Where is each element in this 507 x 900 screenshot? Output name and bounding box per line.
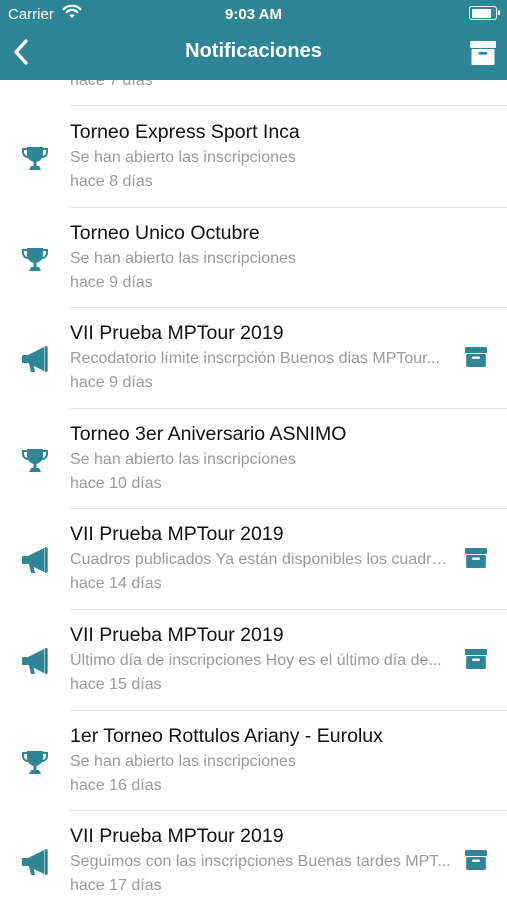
notification-subtitle: Se han abierto las inscripciones — [70, 149, 296, 166]
notification-list[interactable]: hace 7 días Torneo Express Sport Inca Se … — [0, 80, 507, 900]
notification-subtitle: Último día de inscripciones Hoy es el úl… — [70, 652, 442, 669]
notification-title: VII Prueba MPTour 2019 — [70, 624, 284, 646]
notification-time: hace 14 días — [70, 575, 162, 593]
notification-row[interactable]: VII Prueba MPTour 2019 Seguimos con las i… — [0, 810, 507, 900]
trophy-icon — [20, 445, 50, 475]
notification-subtitle: Se han abierto las inscripciones — [70, 249, 296, 267]
notification-subtitle: Se han abierto las inscripciones — [70, 752, 296, 770]
notification-title: Torneo Express Sport Inca — [70, 121, 300, 143]
status-time: 9:03 AM — [225, 6, 282, 23]
notification-time: hace 9 días — [70, 374, 153, 392]
notification-subtitle: Se han abierto las inscripciones — [70, 450, 296, 468]
notification-time: hace 15 días — [70, 676, 162, 693]
notification-title: 1er Torneo Rottulos Ariany - Eurolux — [70, 724, 383, 747]
status-bar: Carrier 9:03 AM — [0, 0, 507, 28]
notification-title: VII Prueba MPTour 2019 — [70, 523, 284, 546]
notification-title: VII Prueba MPTour 2019 — [70, 825, 284, 848]
trophy-icon — [20, 747, 50, 777]
notification-title: Torneo Unico Octubre — [70, 221, 260, 244]
partial-row-time: hace 7 días — [70, 80, 153, 89]
notification-time: hace 8 días — [70, 173, 153, 190]
notification-row[interactable]: VII Prueba MPTour 2019 Recodatorio límite… — [0, 307, 507, 408]
page-title: Notificaciones — [185, 40, 322, 62]
archive-icon[interactable] — [465, 649, 487, 669]
notification-row[interactable]: VII Prueba MPTour 2019 Cuadros publicados… — [0, 508, 507, 609]
notification-row[interactable]: Torneo Unico Octubre Se han abierto las i… — [0, 207, 507, 308]
archive-icon[interactable] — [465, 347, 487, 368]
megaphone-icon — [20, 344, 50, 374]
notification-subtitle: Seguimos con las inscripciones Buenas ta… — [70, 853, 451, 871]
trophy-icon — [20, 143, 50, 173]
notification-subtitle: Recodatorio límite inscrpción Buenos dia… — [70, 350, 440, 368]
notification-time: hace 16 días — [70, 776, 162, 794]
battery-icon — [469, 6, 500, 20]
megaphone-icon — [20, 847, 50, 877]
megaphone-icon — [20, 646, 50, 676]
trophy-icon — [20, 244, 50, 274]
megaphone-icon — [20, 545, 50, 575]
archive-icon[interactable] — [465, 548, 487, 569]
notification-row[interactable]: Torneo Express Sport Inca Se han abierto … — [0, 106, 507, 207]
app-header: Carrier 9:03 AM Notificaciones — [0, 0, 507, 80]
nav-bar: Notificaciones — [0, 28, 507, 80]
notification-time: hace 9 días — [70, 273, 153, 291]
archive-all-icon[interactable] — [470, 41, 496, 65]
archive-icon[interactable] — [465, 850, 487, 871]
notification-row[interactable]: VII Prueba MPTour 2019 Último día de insc… — [0, 609, 507, 710]
notification-time: hace 10 días — [70, 474, 162, 492]
notification-title: VII Prueba MPTour 2019 — [70, 322, 284, 345]
notification-row[interactable]: 1er Torneo Rottulos Ariany - Eurolux Se h… — [0, 710, 507, 811]
notification-title: Torneo 3er Aniversario ASNIMO — [70, 422, 347, 445]
notification-subtitle: Cuadros publicados Ya están disponibles … — [70, 551, 455, 569]
notification-time: hace 17 días — [70, 877, 162, 895]
notification-row[interactable]: Torneo 3er Aniversario ASNIMO Se han abie… — [0, 408, 507, 509]
